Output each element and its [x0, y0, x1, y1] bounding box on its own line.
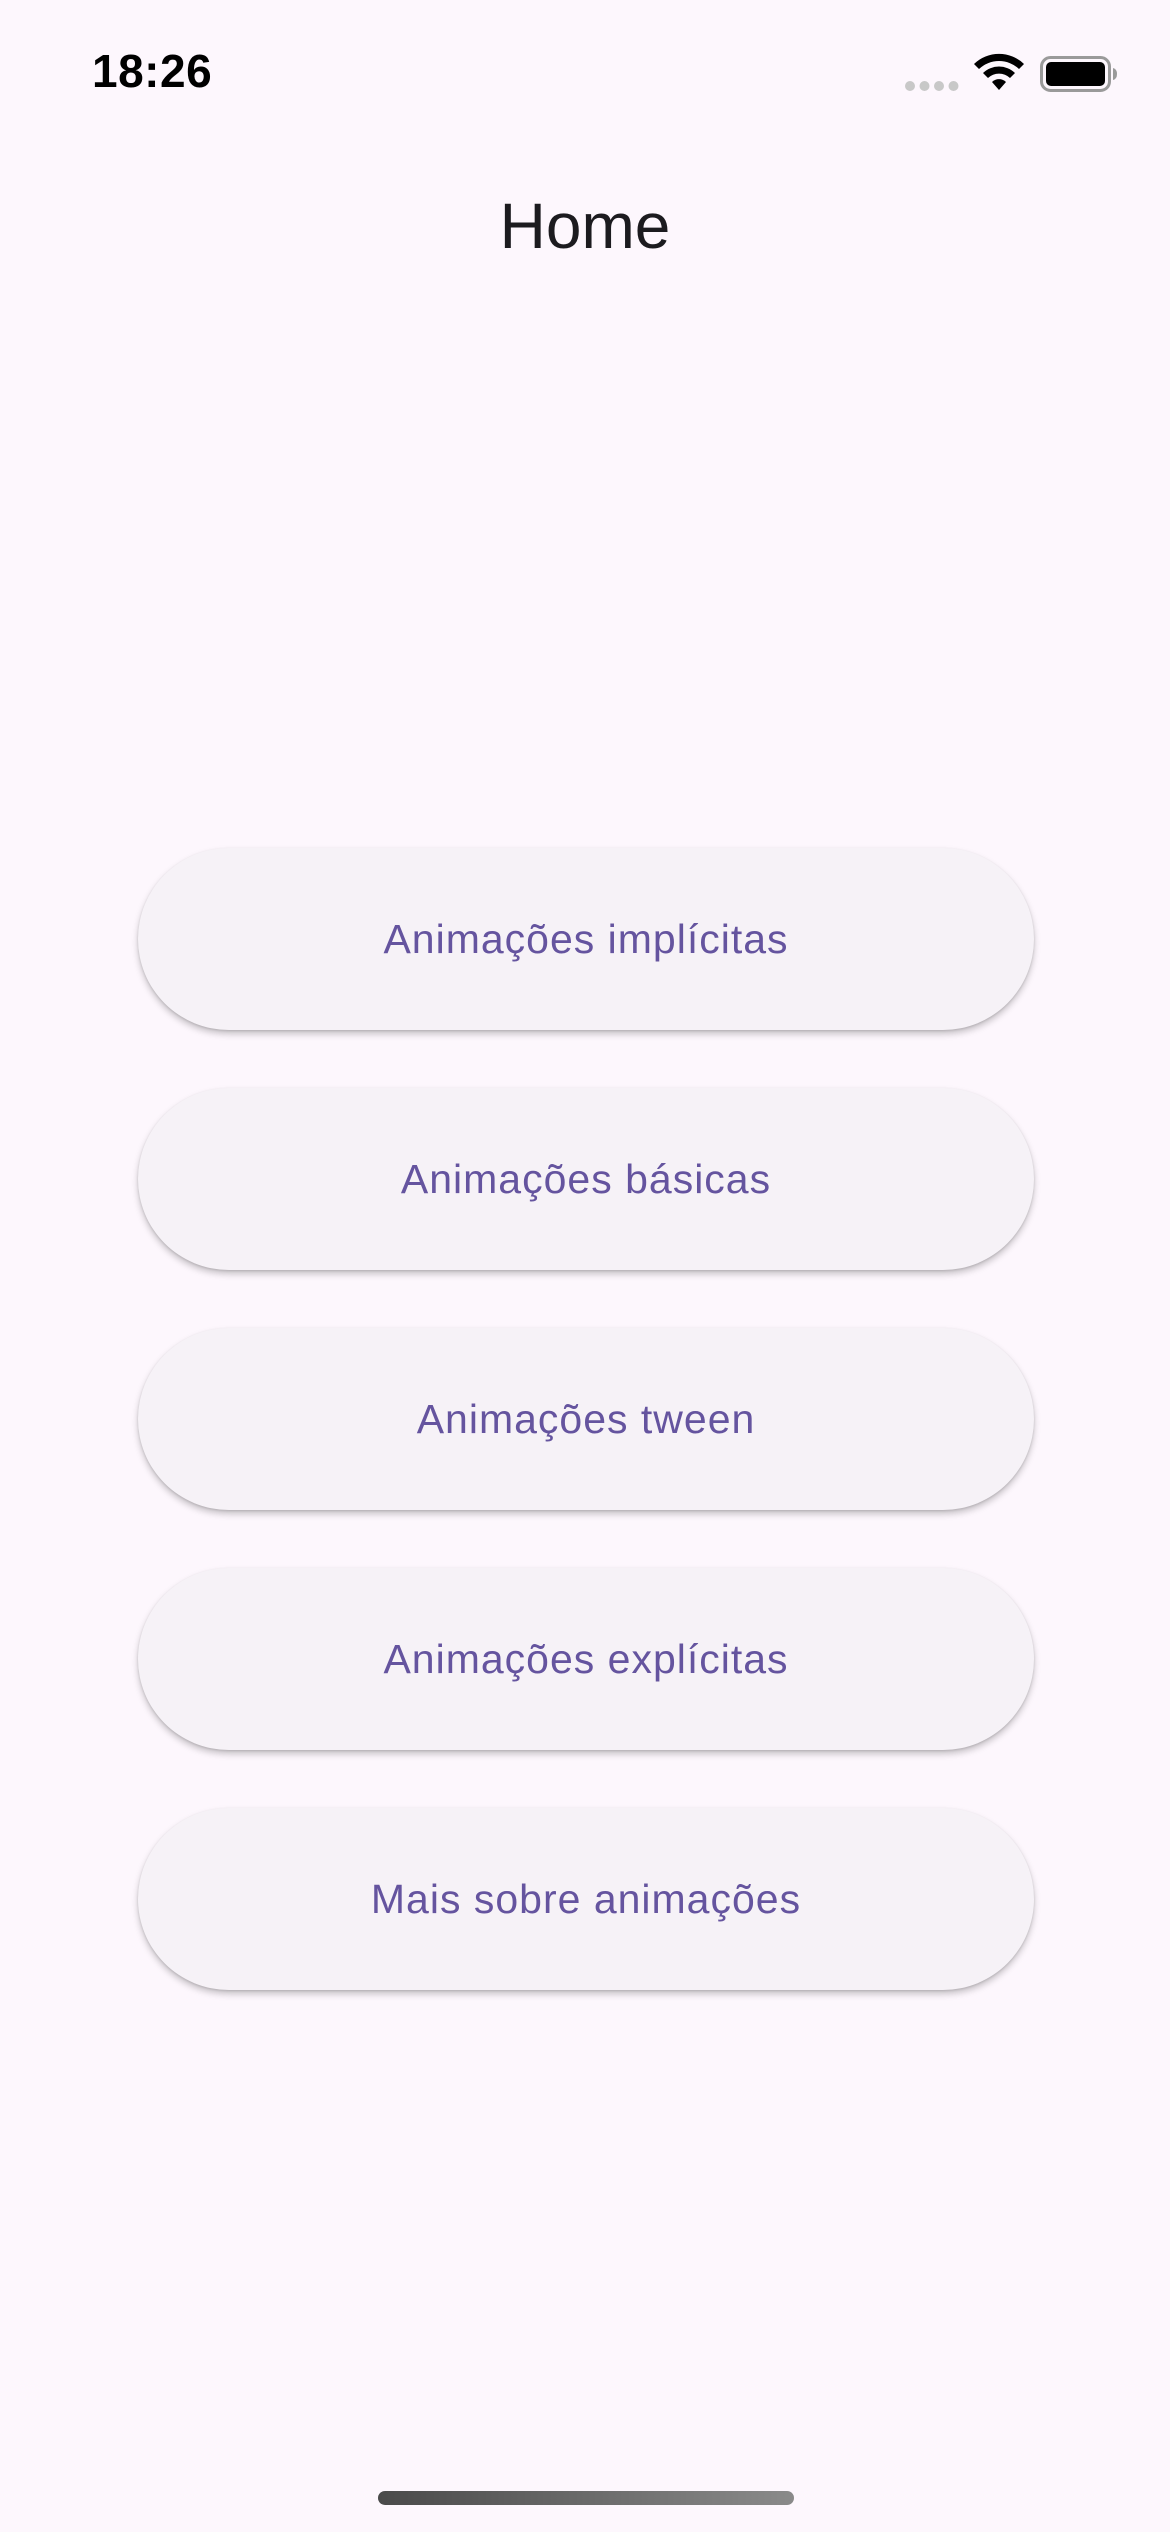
implicit-animations-button[interactable]: Animações implícitas: [138, 848, 1034, 1030]
page-title: Home: [499, 190, 671, 262]
button-label: Animações explícitas: [383, 1635, 789, 1682]
battery-icon: [1040, 56, 1117, 92]
button-label: Animações implícitas: [383, 915, 789, 962]
app-bar: Home: [0, 170, 1170, 282]
tween-animations-button[interactable]: Animações tween: [138, 1328, 1034, 1510]
wifi-icon: [974, 53, 1024, 90]
explicit-animations-button[interactable]: Animações explícitas: [138, 1568, 1034, 1750]
status-bar: 18:26: [0, 0, 1170, 140]
signal-dots-icon: [905, 81, 959, 91]
basic-animations-button[interactable]: Animações básicas: [138, 1088, 1034, 1270]
button-label: Mais sobre animações: [370, 1875, 802, 1922]
button-list: Animações implícitas Animações básicas A…: [138, 848, 1034, 2048]
button-label: Animações tween: [416, 1395, 756, 1442]
more-about-animations-button[interactable]: Mais sobre animações: [138, 1808, 1034, 1990]
status-time: 18:26: [92, 45, 213, 97]
button-label: Animações básicas: [400, 1155, 772, 1202]
home-indicator[interactable]: [378, 2491, 794, 2505]
